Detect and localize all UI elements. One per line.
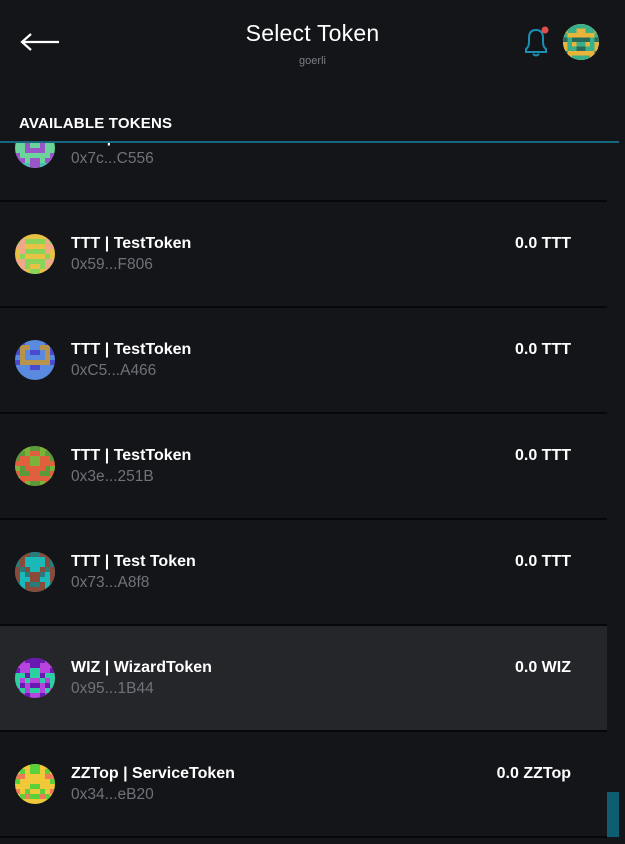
token-avatar (15, 446, 55, 486)
token-avatar (15, 764, 55, 804)
account-avatar[interactable] (563, 24, 599, 60)
token-address: 0x73...A8f8 (71, 574, 150, 591)
token-address: 0x95...1B44 (71, 680, 154, 697)
bell-icon (525, 26, 549, 57)
token-row[interactable]: TTT | TestToken 0xC5...A466 0.0 TTT (0, 308, 607, 414)
token-balance: 0.0 WIZ (514, 659, 571, 676)
token-row[interactable]: TTT | TestToken 0x59...F806 0.0 TTT (0, 202, 607, 308)
notification-dot (541, 26, 549, 34)
token-name: WIZ | WizardToken (71, 659, 212, 676)
token-address: 0xC5...A466 (71, 362, 157, 379)
token-name: TTT | TestToken (71, 235, 192, 252)
scrollbar-thumb[interactable] (607, 792, 619, 837)
token-balance: 0.0 TTT (514, 447, 571, 464)
token-name: TTT | TestToken (71, 341, 192, 358)
token-name: ZZTop | ServiceToken (71, 765, 235, 782)
token-list: TSV | Testv0x7c...C5560 TSVTTT | TestTok… (0, 96, 607, 838)
section-label: AVAILABLE TOKENS (19, 115, 173, 132)
token-avatar (15, 340, 55, 380)
token-address: 0x34...eB20 (71, 786, 154, 803)
token-balance: 0.0 TTT (514, 553, 571, 570)
token-balance: 0.0 TTT (514, 341, 571, 358)
token-avatar (15, 658, 55, 698)
token-address: 0x7c...C556 (71, 150, 154, 167)
notifications-button[interactable] (520, 24, 552, 60)
token-avatar (15, 552, 55, 592)
token-balance: 0.0 ZZTop (496, 765, 571, 782)
token-avatar (15, 234, 55, 274)
token-row[interactable]: WIZ | WizardToken 0x95...1B44 0.0 WIZ (0, 626, 607, 732)
header: Select Token goerli AVAILABLE TOKENS (0, 0, 625, 143)
header-divider (0, 141, 619, 143)
token-name: TTT | TestToken (71, 447, 192, 464)
token-address: 0x59...F806 (71, 256, 153, 273)
token-name: TTT | Test Token (71, 553, 196, 570)
token-address: 0x3e...251B (71, 468, 154, 485)
token-row[interactable]: TTT | Test Token 0x73...A8f8 0.0 TTT (0, 520, 607, 626)
token-row[interactable]: ZZTop | ServiceToken 0x34...eB20 0.0 ZZTop (0, 732, 607, 838)
token-balance: 0.0 TTT (514, 235, 571, 252)
token-row[interactable]: TTT | TestToken 0x3e...251B 0.0 TTT (0, 414, 607, 520)
